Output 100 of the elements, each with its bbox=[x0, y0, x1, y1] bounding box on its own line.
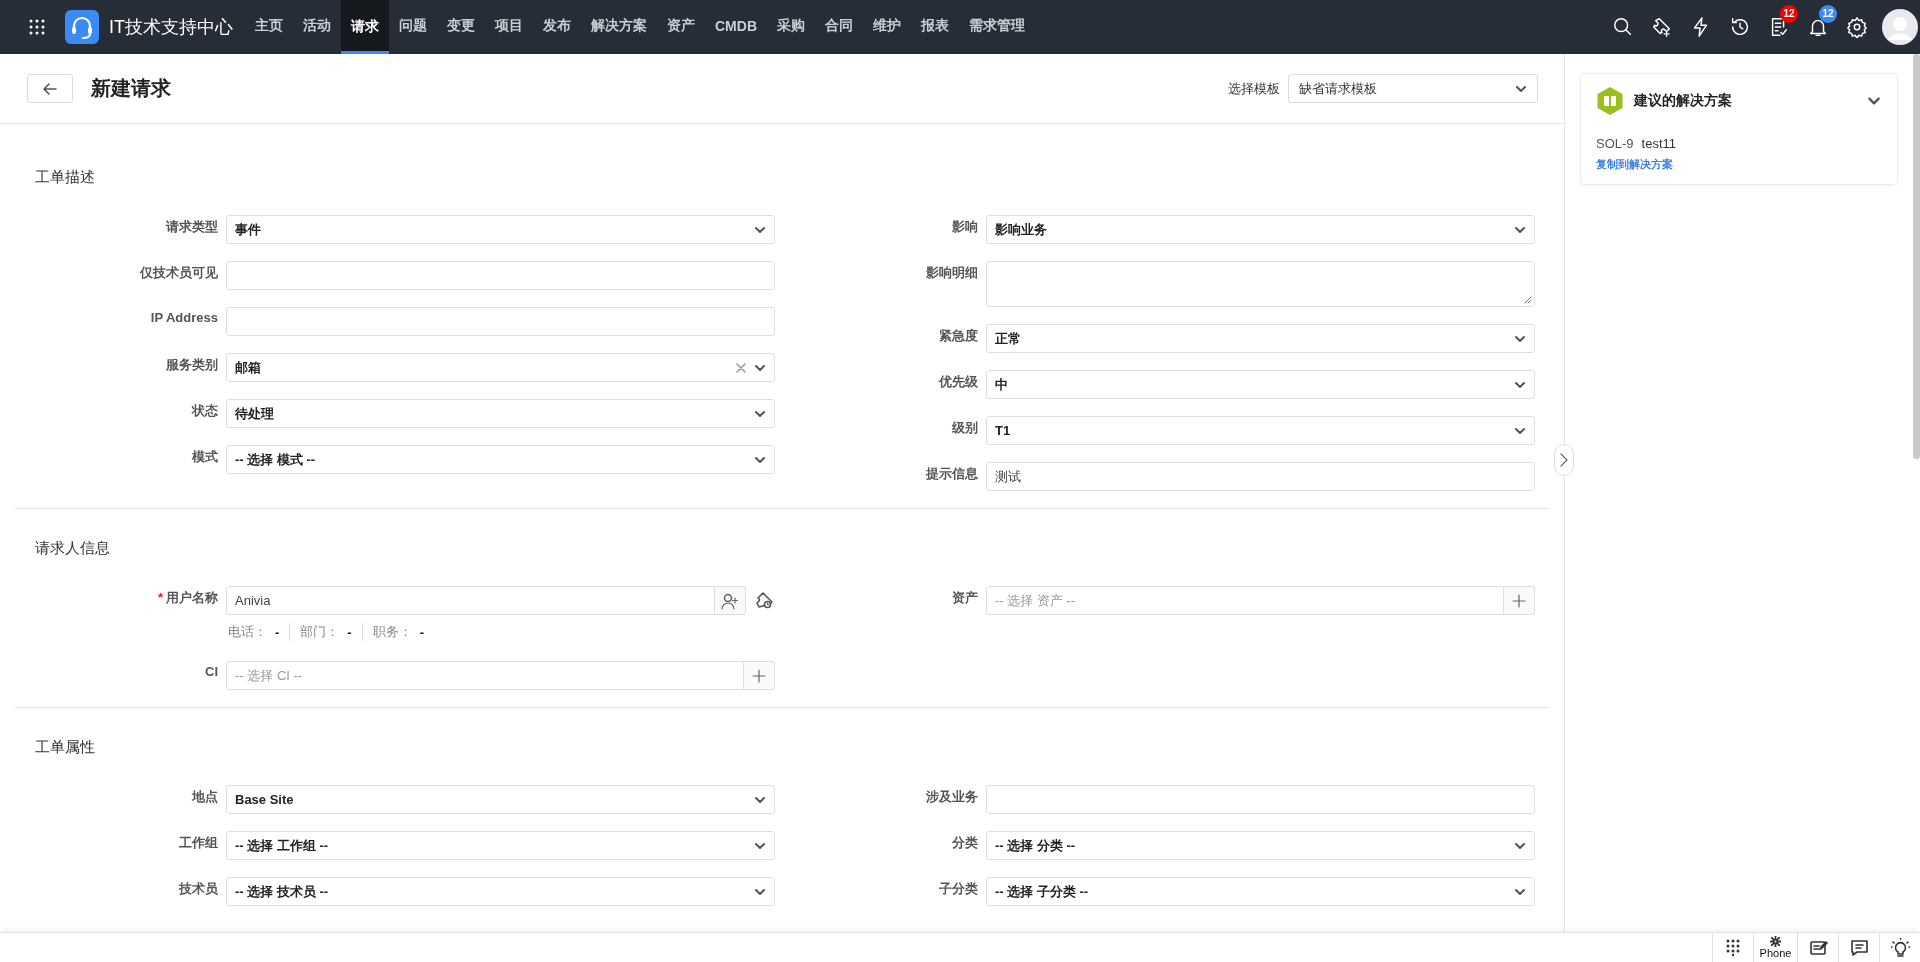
solution-id: SOL-9 bbox=[1596, 136, 1634, 151]
card-title: 建议的解决方案 bbox=[1634, 92, 1732, 110]
field-label: 仅技术员可见 bbox=[140, 265, 218, 280]
field-label: 工作组 bbox=[179, 835, 218, 850]
back-button[interactable] bbox=[27, 74, 73, 103]
chat-icon bbox=[1849, 938, 1869, 957]
copy-link[interactable]: 复制到解决方案 bbox=[1596, 157, 1673, 172]
field-label: 涉及业务 bbox=[926, 789, 978, 804]
field-label: 技术员 bbox=[179, 881, 218, 896]
field-label: 模式 bbox=[192, 449, 218, 464]
book-hexagon-icon bbox=[1596, 86, 1624, 116]
app-title: IT技术支持中心 bbox=[109, 16, 233, 39]
field-label: 子分类 bbox=[939, 881, 978, 896]
plus-icon bbox=[752, 668, 766, 683]
input-field[interactable] bbox=[226, 261, 775, 290]
select-field[interactable]: 待处理 bbox=[226, 399, 775, 428]
nav-tab[interactable]: 请求 bbox=[341, 0, 389, 54]
nav-tab[interactable]: 变更 bbox=[437, 0, 485, 54]
select-field[interactable]: 正常 bbox=[986, 324, 1535, 353]
search-icon[interactable] bbox=[1611, 16, 1634, 38]
input-field[interactable]: 测试 bbox=[986, 462, 1535, 491]
select-field[interactable]: -- 选择 工作组 -- bbox=[226, 831, 775, 860]
select-field[interactable]: Base Site bbox=[226, 785, 775, 814]
nav-tab[interactable]: 资产 bbox=[657, 0, 705, 54]
select-field[interactable]: 影响业务 bbox=[986, 215, 1535, 244]
note-edit-button[interactable] bbox=[1797, 933, 1838, 962]
nav-tab[interactable]: 维护 bbox=[863, 0, 911, 54]
nav-tab[interactable]: 活动 bbox=[293, 0, 341, 54]
nav-tab[interactable]: 采购 bbox=[767, 0, 815, 54]
phone-button[interactable]: Phone bbox=[1753, 933, 1797, 962]
select-field[interactable]: T1 bbox=[986, 416, 1535, 445]
select-field[interactable]: -- 选择 分类 -- bbox=[986, 831, 1535, 860]
field-label: CI bbox=[205, 664, 218, 679]
chat-button[interactable] bbox=[1838, 933, 1879, 962]
light-bulb-button[interactable] bbox=[1879, 933, 1920, 962]
nav-tab[interactable]: 报表 bbox=[911, 0, 959, 54]
nav-tab[interactable]: 主页 bbox=[245, 0, 293, 54]
detail-value: - bbox=[275, 624, 280, 640]
field-label: 状态 bbox=[192, 403, 218, 418]
section-title: 工单属性 bbox=[35, 737, 96, 757]
settings-icon[interactable] bbox=[1845, 16, 1868, 38]
scrollbar[interactable] bbox=[1913, 54, 1920, 459]
note-edit-icon bbox=[1808, 938, 1828, 957]
field-label: 选择模板 bbox=[1228, 79, 1280, 98]
select-field[interactable]: -- 选择 子分类 -- bbox=[986, 877, 1535, 906]
ticket-clock-icon[interactable] bbox=[755, 590, 775, 611]
notification-badge: 12 bbox=[1819, 5, 1837, 23]
field-label: 资产 bbox=[952, 590, 978, 605]
field-label: 影响明细 bbox=[926, 265, 978, 280]
field-label: 分类 bbox=[952, 835, 978, 850]
solution-title: test11 bbox=[1641, 136, 1677, 151]
field-label: 用户名称 bbox=[166, 590, 218, 605]
select-field[interactable]: -- 选择 技术员 -- bbox=[226, 877, 775, 906]
notification-badge: 12 bbox=[1780, 5, 1798, 23]
clear-icon[interactable] bbox=[736, 362, 746, 373]
field-label: IP Address bbox=[150, 310, 218, 325]
detail-value: - bbox=[419, 624, 425, 640]
select-field[interactable]: 邮箱 bbox=[226, 353, 775, 382]
detail-value: - bbox=[347, 624, 352, 640]
nav-tab[interactable]: 需求管理 bbox=[959, 0, 1035, 54]
person-add-icon bbox=[721, 591, 739, 610]
light-bulb-icon bbox=[1890, 938, 1910, 957]
detail-label: 职务： bbox=[372, 623, 412, 641]
field-label: 紧急度 bbox=[939, 328, 978, 343]
input-field[interactable] bbox=[986, 785, 1535, 814]
select-field[interactable]: 事件 bbox=[226, 215, 775, 244]
page-title: 新建请求 bbox=[91, 76, 171, 101]
select-field[interactable]: 中 bbox=[986, 370, 1535, 399]
field-label: 地点 bbox=[192, 789, 218, 804]
select-field[interactable]: -- 选择 模式 -- bbox=[226, 445, 775, 474]
nav-tab[interactable]: 项目 bbox=[485, 0, 533, 54]
gear-icon bbox=[1770, 936, 1781, 947]
field-label: 优先级 bbox=[939, 374, 978, 389]
nav-tab[interactable]: 合同 bbox=[815, 0, 863, 54]
back-arrow-icon bbox=[42, 80, 58, 97]
headset-logo-icon bbox=[65, 10, 99, 44]
section-title: 请求人信息 bbox=[35, 538, 111, 558]
field-label: 服务类别 bbox=[166, 357, 218, 372]
input-field[interactable]: Anivia bbox=[226, 586, 715, 615]
field-label: 提示信息 bbox=[926, 466, 978, 481]
avatar-icon[interactable] bbox=[1882, 9, 1918, 45]
section-title: 工单描述 bbox=[35, 167, 96, 187]
dialpad-button[interactable] bbox=[1712, 933, 1753, 962]
chevron-right-icon bbox=[1560, 453, 1568, 467]
field-label: 级别 bbox=[952, 420, 978, 435]
nav-tab[interactable]: 解决方案 bbox=[581, 0, 657, 54]
nav-tab[interactable]: 发布 bbox=[533, 0, 581, 54]
nav-tab[interactable]: 问题 bbox=[389, 0, 437, 54]
required-mark: * bbox=[157, 590, 163, 605]
app-grid-icon[interactable] bbox=[29, 19, 45, 35]
add-user-button[interactable] bbox=[715, 586, 746, 615]
field-label: 影响 bbox=[952, 219, 978, 234]
ticket-icon[interactable] bbox=[1650, 16, 1673, 38]
detail-label: 电话： bbox=[228, 623, 267, 641]
input-field[interactable] bbox=[226, 307, 775, 336]
resize-handle-icon bbox=[1524, 296, 1532, 304]
plus-icon bbox=[1512, 593, 1526, 608]
detail-label: 部门： bbox=[300, 623, 340, 641]
template-select[interactable]: 缺省请求模板 bbox=[1288, 74, 1538, 103]
nav-tab[interactable]: CMDB bbox=[705, 0, 767, 54]
